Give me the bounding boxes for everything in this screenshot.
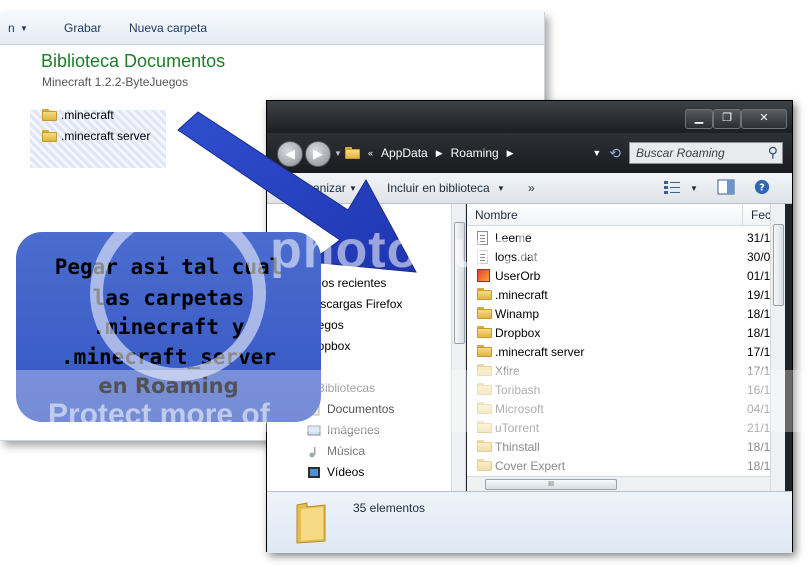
file-date: 17/1 (747, 345, 770, 359)
breadcrumb-chevron-icon[interactable]: ▶ (436, 148, 443, 159)
file-list-hscrollbar[interactable]: III (467, 476, 770, 492)
search-input[interactable]: Buscar Roaming ⚲ (629, 142, 783, 164)
minimize-button[interactable]: ▁ (685, 109, 713, 129)
folder-icon (477, 345, 492, 360)
library-subtitle: Minecraft 1.2.2-ByteJuegos (42, 75, 189, 89)
file-date: 18/1 (747, 459, 770, 473)
file-list-scrollbar[interactable] (770, 204, 785, 491)
chevron-down-icon[interactable]: ▼ (20, 24, 28, 33)
file-date: 31/1 (747, 231, 770, 245)
column-header-date[interactable]: Fech (743, 204, 770, 226)
view-options-icon[interactable] (663, 179, 681, 195)
folder-icon (477, 307, 492, 322)
folder-icon (477, 459, 492, 474)
table-row[interactable]: .minecraft 19/1 (467, 285, 770, 304)
file-date: 18/1 (747, 307, 770, 321)
library-title: Biblioteca Documentos (41, 51, 226, 71)
folder-icon (477, 326, 492, 341)
file-name: Thinstall (495, 440, 540, 454)
help-icon[interactable]: ? (753, 179, 771, 195)
toolbar-truncated-item[interactable]: n (8, 21, 15, 35)
table-row[interactable]: Thinstall 18/1 (467, 437, 770, 456)
file-name: .minecraft server (495, 345, 585, 359)
address-dropdown-icon[interactable]: ▼ (592, 148, 601, 158)
nav-item-videos[interactable]: Vídeos (308, 465, 365, 479)
chevron-down-icon[interactable]: ▼ (497, 184, 505, 193)
item-count: 35 elementos (353, 501, 426, 515)
folder-icon (296, 502, 326, 544)
svg-text:?: ? (759, 183, 765, 194)
folder-icon (477, 440, 492, 455)
table-row[interactable]: Cover Expert 18/1 (467, 456, 770, 475)
watermark-logo-ring (90, 205, 266, 381)
library-toolbar: n ▼ Grabar Nueva carpeta (0, 12, 544, 45)
file-date: 30/0 (747, 250, 770, 264)
new-folder-button[interactable]: Nueva carpeta (129, 21, 207, 35)
folder-icon (42, 130, 57, 142)
refresh-icon[interactable]: ⟲ (609, 145, 621, 162)
file-list-scroll-thumb[interactable] (773, 224, 784, 306)
folder-icon (477, 288, 492, 303)
chevron-down-icon[interactable]: ▼ (690, 184, 698, 193)
search-placeholder: Buscar Roaming (636, 146, 725, 160)
breadcrumb-item[interactable]: Roaming (451, 146, 499, 160)
file-date: 18/1 (747, 326, 770, 340)
library-item-minecraft[interactable]: .minecraft (42, 106, 114, 124)
more-commands-button[interactable]: » (528, 181, 535, 195)
file-name: Winamp (495, 307, 540, 321)
file-date: 01/1 (747, 269, 770, 283)
videos-icon (308, 467, 320, 478)
table-row[interactable]: Winamp 18/1 (467, 304, 770, 323)
table-row[interactable]: Dropbox 18/1 (467, 323, 770, 342)
nav-item-label: Vídeos (327, 465, 365, 479)
watermark-brand: photobucket (270, 221, 593, 279)
file-name: Cover Expert (495, 459, 566, 473)
library-item-label: .minecraft (61, 108, 114, 122)
watermark-tagline: Protect more of (48, 398, 270, 431)
library-item-minecraft-server[interactable]: .minecraft server (42, 127, 150, 145)
preview-pane-icon[interactable] (717, 179, 735, 195)
search-icon[interactable]: ⚲ (768, 144, 778, 161)
nav-item-music[interactable]: Música (309, 444, 366, 458)
file-name: Dropbox (495, 326, 541, 340)
close-button[interactable]: ✕ (741, 109, 787, 129)
file-date: 18/1 (747, 440, 770, 454)
hscroll-thumb[interactable]: III (485, 479, 617, 490)
file-date: 19/1 (747, 288, 770, 302)
file-name: .minecraft (495, 288, 548, 302)
maximize-button[interactable]: ❐ (713, 109, 741, 129)
library-item-label: .minecraft server (61, 129, 151, 143)
folder-icon (42, 109, 57, 121)
table-row[interactable]: .minecraft server 17/1 (467, 342, 770, 361)
burn-button[interactable]: Grabar (64, 21, 101, 35)
nav-item-label: Música (327, 444, 366, 458)
status-bar: 35 elementos (267, 491, 792, 553)
breadcrumb-chevron-icon[interactable]: ▶ (507, 148, 514, 159)
music-icon (309, 447, 316, 458)
